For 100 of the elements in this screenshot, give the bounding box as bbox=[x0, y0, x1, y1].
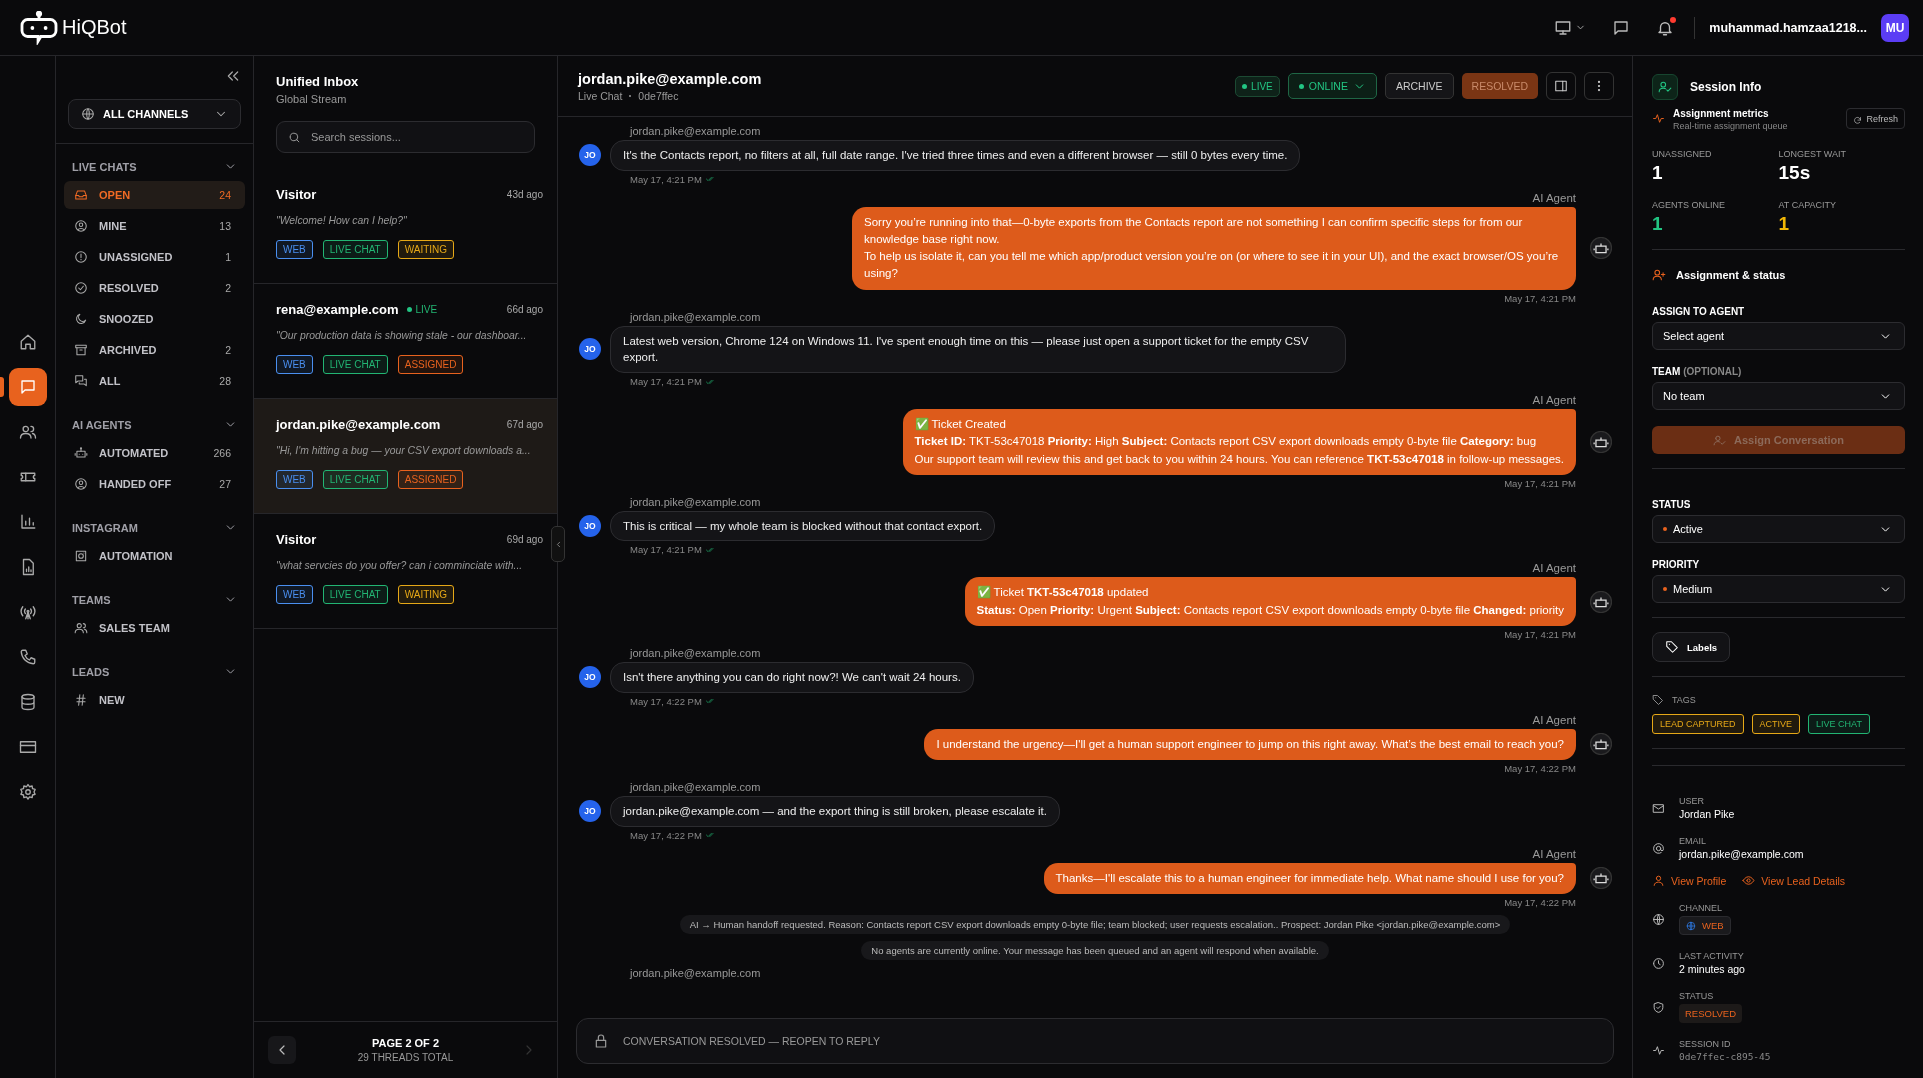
conversation-id: 0de7ffec bbox=[638, 89, 679, 102]
tag: LIVE CHAT bbox=[322, 355, 388, 374]
message-time: May 17, 4:21 PM bbox=[1504, 628, 1576, 640]
section-header[interactable]: TEAMS bbox=[64, 587, 245, 614]
section-header[interactable]: INSTAGRAM bbox=[64, 515, 245, 542]
nav-item[interactable]: AUTOMATION bbox=[64, 542, 245, 570]
user-name: muhammad.hamzaa1218... bbox=[1709, 20, 1867, 35]
channel-filter-dropdown[interactable]: ALL CHANNELS bbox=[68, 99, 241, 129]
stat-value: 1 bbox=[1778, 213, 1791, 235]
field-label: STATUS bbox=[1652, 499, 1692, 510]
session-name: Visitor bbox=[276, 532, 317, 547]
message-text: ✅ Ticket TKT-53c47018 updated bbox=[976, 584, 1150, 601]
item-count: 24 bbox=[219, 189, 231, 201]
globe-icon bbox=[1686, 920, 1696, 931]
tag: WEB bbox=[276, 470, 313, 489]
detail-value: Jordan Pike bbox=[1679, 808, 1735, 820]
status-select[interactable]: Active bbox=[1652, 515, 1905, 543]
tag: WEB bbox=[276, 240, 313, 259]
session-item[interactable]: Visitor 43d ago "Welcome! How can I help?" WEB LIVE CHAT WAITING bbox=[254, 169, 557, 284]
message-time: May 17, 4:21 PM bbox=[630, 173, 702, 185]
panel-title: Session Info bbox=[1690, 80, 1762, 94]
field-hint: (OPTIONAL) bbox=[1683, 366, 1742, 377]
inbox-icon bbox=[74, 188, 88, 202]
agent-select[interactable]: Select agent bbox=[1652, 322, 1905, 350]
session-item[interactable]: jordan.pike@example.com 67d ago "Hi, I'm hitting a bug — your CSV export downloads a... WEB LIVE CHAT ASSIGNED bbox=[254, 399, 557, 514]
nav-item[interactable]: HANDED OFF 27 bbox=[64, 470, 245, 498]
field-label: TEAM bbox=[1652, 366, 1681, 377]
message-text: Thanks—I'll escalate this to a human engineer for immediate help. What name should I use for you? bbox=[1055, 870, 1564, 886]
detail-label: STATUS bbox=[1679, 991, 1715, 1001]
nav-item[interactable]: RESOLVED 2 bbox=[64, 274, 245, 302]
search-field[interactable]: Search sessions... bbox=[276, 121, 535, 153]
metrics-subtitle: Real-time assignment queue bbox=[1673, 121, 1789, 131]
nav-item[interactable]: AUTOMATED 266 bbox=[64, 439, 245, 467]
tag: LIVE CHAT bbox=[1808, 714, 1870, 734]
labels-button[interactable]: Labels bbox=[1652, 632, 1731, 662]
nav-item[interactable]: SALES TEAM bbox=[64, 614, 245, 642]
tag: LEAD CAPTURED bbox=[1652, 714, 1744, 734]
previous-page-button[interactable] bbox=[268, 1036, 296, 1064]
activity-icon bbox=[1652, 1044, 1665, 1057]
section-header[interactable]: LIVE CHATS bbox=[64, 154, 245, 181]
status-badge: RESOLVED bbox=[1679, 1004, 1743, 1023]
archive-icon bbox=[74, 343, 88, 357]
user-check-icon bbox=[1658, 80, 1672, 94]
nav-item[interactable]: ALL 28 bbox=[64, 367, 245, 395]
instagram-icon bbox=[74, 549, 88, 563]
user-plus-icon bbox=[1652, 268, 1666, 282]
nav-rail-button[interactable] bbox=[9, 368, 47, 406]
item-count: 1 bbox=[225, 251, 231, 263]
item-count: 266 bbox=[213, 447, 231, 459]
live-badge: LIVE bbox=[406, 304, 438, 315]
chat-icon bbox=[1612, 18, 1631, 37]
session-name: jordan.pike@example.com bbox=[276, 417, 441, 432]
detail-label: LAST ACTIVITY bbox=[1679, 951, 1745, 961]
message-text: Sorry you’re running into that—0-byte exports from the Contacts report are not something I can confirm specific steps for from our knowledge base right now. bbox=[864, 214, 1524, 247]
metrics-title: Assignment metrics bbox=[1673, 108, 1770, 119]
toggle-panel-button[interactable] bbox=[1546, 72, 1576, 100]
section-header[interactable]: AI AGENTS bbox=[64, 412, 245, 439]
session-item[interactable]: Visitor 69d ago "what servcies do you offer? can i comminciate with... WEB LIVE CHAT WAITING bbox=[254, 514, 557, 629]
sender-name: AI Agent bbox=[1532, 191, 1576, 204]
bar-chart-icon bbox=[19, 513, 37, 531]
tag: LIVE CHAT bbox=[322, 240, 388, 259]
check-circle-icon bbox=[74, 281, 88, 295]
user-check-icon bbox=[1713, 433, 1726, 447]
presence-dropdown[interactable]: ONLINE bbox=[1287, 73, 1377, 99]
sender-name: jordan.pike@example.com bbox=[630, 125, 762, 137]
section-header[interactable]: LEADS bbox=[64, 659, 245, 686]
message-text: Latest web version, Chrome 124 on Windows 11. I've spent enough time on this — please just open a support ticket for the empty CSV export. bbox=[623, 333, 1310, 366]
robot-logo-icon bbox=[20, 10, 58, 45]
priority-select[interactable]: Medium bbox=[1652, 575, 1905, 603]
refresh-button[interactable]: Refresh bbox=[1846, 108, 1905, 129]
detail-link[interactable]: View Profile bbox=[1652, 874, 1727, 887]
sender-name: AI Agent bbox=[1532, 562, 1576, 575]
nav-item[interactable]: MINE 13 bbox=[64, 212, 245, 240]
field-label: ASSIGN TO AGENT bbox=[1652, 306, 1746, 317]
message-text: I understand the urgency—I'll get a human support engineer to jump on this right away. What’s the best email to reach you? bbox=[936, 736, 1564, 752]
hash-icon bbox=[74, 693, 88, 707]
nav-item[interactable]: OPEN 24 bbox=[64, 181, 245, 209]
nav-item[interactable]: NEW bbox=[64, 686, 245, 714]
tag: ASSIGNED bbox=[397, 355, 464, 374]
detail-link[interactable]: View Lead Details bbox=[1742, 874, 1846, 887]
action-button[interactable]: ARCHIVE bbox=[1384, 73, 1454, 99]
notice-text: CONVERSATION RESOLVED — REOPEN TO REPLY bbox=[623, 1035, 880, 1047]
nav-item[interactable]: SNOOZED bbox=[64, 305, 245, 333]
message-text: jordan.pike@example.com — and the export thing is still broken, please escalate it. bbox=[623, 803, 1047, 819]
users-icon bbox=[74, 621, 88, 635]
panel-icon bbox=[1554, 79, 1568, 93]
section-title: Assignment & status bbox=[1676, 269, 1786, 281]
live-badge: LIVE bbox=[1235, 75, 1280, 97]
monitor-icon bbox=[1554, 18, 1573, 37]
team-select[interactable]: No team bbox=[1652, 382, 1905, 410]
item-count: 28 bbox=[219, 375, 231, 387]
nav-item[interactable]: UNASSIGNED 1 bbox=[64, 243, 245, 271]
session-item[interactable]: rena@example.com LIVE 66d ago "Our production data is showing stale - our dashboar... WEB LIVE CHAT ASSIGNED bbox=[254, 284, 557, 399]
tag: WAITING bbox=[397, 240, 455, 259]
tag: WAITING bbox=[397, 585, 455, 604]
session-name: rena@example.com bbox=[276, 302, 399, 317]
user-avatar[interactable]: MU bbox=[1881, 13, 1909, 42]
nav-item[interactable]: ARCHIVED 2 bbox=[64, 336, 245, 364]
message-time: May 17, 4:22 PM bbox=[630, 829, 702, 841]
field-label: PRIORITY bbox=[1652, 559, 1701, 570]
